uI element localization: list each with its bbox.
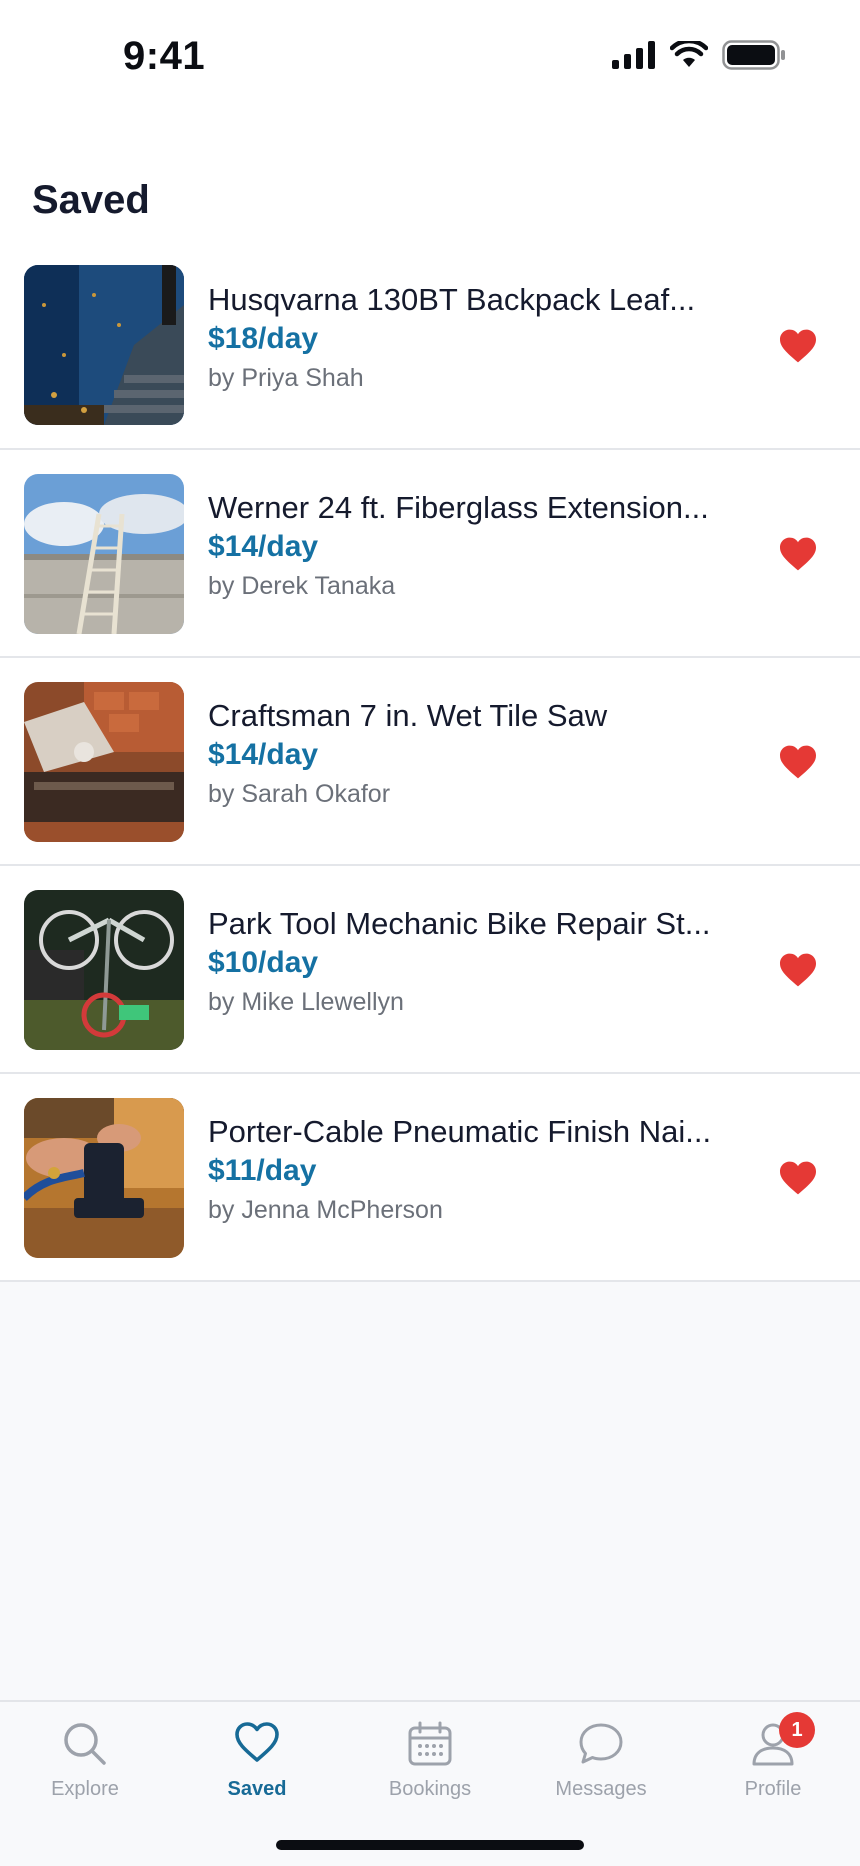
unsave-heart-button[interactable] [776, 532, 820, 576]
tab-label: Explore [51, 1778, 119, 1800]
unsave-heart-button[interactable] [776, 948, 820, 992]
wifi-icon [670, 41, 708, 67]
list-item[interactable]: Park Tool Mechanic Bike Repair St... $10… [0, 866, 860, 1074]
item-owner: by Derek Tanaka [208, 572, 396, 600]
ladder-photo [24, 474, 184, 634]
unsave-heart-button[interactable] [776, 324, 820, 368]
heart-filled-icon [780, 537, 816, 571]
item-price: $14/day [208, 530, 319, 563]
status-icons [612, 40, 786, 70]
heart-filled-icon [780, 745, 816, 779]
list-item[interactable]: Craftsman 7 in. Wet Tile Saw $14/day by … [0, 658, 860, 866]
item-price: $10/day [208, 946, 319, 979]
tile-saw-photo [24, 682, 184, 842]
list-item[interactable]: Porter-Cable Pneumatic Finish Nai... $11… [0, 1074, 860, 1282]
heart-filled-icon [780, 1161, 816, 1195]
saved-list: Husqvarna 130BT Backpack Leaf... $18/day… [0, 262, 860, 1282]
tab-messages[interactable]: Messages [531, 1716, 671, 1816]
heart-filled-icon [780, 329, 816, 363]
item-thumbnail [24, 474, 184, 634]
heart-filled-icon [780, 953, 816, 987]
tab-profile[interactable]: 1 Profile [703, 1712, 843, 1816]
header: Saved [0, 120, 860, 262]
item-title: Werner 24 ft. Fiberglass Extension... [208, 490, 709, 525]
list-item[interactable]: Werner 24 ft. Fiberglass Extension... $1… [0, 450, 860, 658]
tab-label: Messages [555, 1778, 647, 1800]
tab-label: Profile [744, 1778, 802, 1800]
tab-bookings[interactable]: Bookings [360, 1716, 500, 1816]
item-thumbnail [24, 890, 184, 1050]
status-time: 9:41 [123, 34, 206, 78]
cellular-signal-icon [612, 41, 655, 69]
page-title: Saved [32, 178, 150, 222]
item-owner: by Jenna McPherson [208, 1196, 443, 1224]
status-bar: 9:41 [0, 0, 860, 120]
tab-saved[interactable]: Saved [187, 1716, 327, 1816]
tab-label: Bookings [388, 1778, 472, 1800]
battery-icon [722, 40, 785, 70]
item-title: Craftsman 7 in. Wet Tile Saw [208, 698, 608, 733]
unsave-heart-button[interactable] [776, 1156, 820, 1200]
item-title: Park Tool Mechanic Bike Repair St... [208, 906, 711, 941]
item-thumbnail [24, 682, 184, 842]
heart-icon [235, 1722, 279, 1762]
item-price: $11/day [208, 1154, 317, 1187]
tab-label: Saved [227, 1778, 287, 1800]
item-owner: by Mike Llewellyn [208, 988, 404, 1016]
item-owner: by Priya Shah [208, 364, 364, 392]
item-title: Husqvarna 130BT Backpack Leaf... [208, 282, 696, 317]
leaf-blower-photo [24, 265, 184, 425]
tab-explore[interactable]: Explore [15, 1716, 155, 1816]
item-title: Porter-Cable Pneumatic Finish Nai... [208, 1114, 712, 1149]
search-icon [64, 1723, 106, 1765]
notification-badge: 1 [779, 1712, 815, 1748]
chat-bubble-icon [579, 1723, 623, 1764]
item-price: $18/day [208, 322, 319, 355]
calendar-icon [408, 1721, 452, 1766]
unsave-heart-button[interactable] [776, 740, 820, 784]
item-thumbnail [24, 265, 184, 425]
bike-stand-photo [24, 890, 184, 1050]
nailer-photo [24, 1098, 184, 1258]
item-thumbnail [24, 1098, 184, 1258]
home-indicator[interactable] [276, 1840, 584, 1850]
list-item[interactable]: Husqvarna 130BT Backpack Leaf... $18/day… [0, 262, 860, 450]
item-owner: by Sarah Okafor [208, 780, 391, 808]
item-price: $14/day [208, 738, 319, 771]
